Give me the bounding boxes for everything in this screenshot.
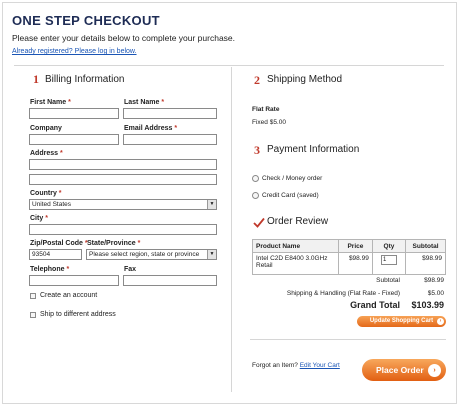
- checkmark-icon: [253, 216, 265, 228]
- grand-total-label: Grand Total: [350, 300, 400, 310]
- address-line1-input[interactable]: [29, 159, 217, 170]
- email-input[interactable]: [123, 134, 217, 145]
- email-label: Email Address *: [124, 125, 178, 132]
- arrow-right-icon: ›: [428, 364, 441, 377]
- review-divider: [250, 339, 446, 340]
- qty-input[interactable]: 1: [380, 255, 397, 265]
- header-divider: [14, 65, 444, 66]
- review-title: Order Review: [267, 216, 329, 227]
- address-line2-input[interactable]: [29, 174, 217, 185]
- create-account-checkbox[interactable]: [30, 293, 36, 299]
- subtotal-cell: $98.99: [405, 252, 446, 275]
- shipping-value: $5.00: [427, 290, 444, 297]
- payment-step-number: 3: [254, 143, 260, 157]
- shipping-step-number: 2: [254, 73, 260, 87]
- billing-step-number: 1: [33, 72, 39, 86]
- price-cell: $98.99: [337, 252, 373, 275]
- zip-input[interactable]: 93504: [29, 249, 82, 260]
- city-input[interactable]: [29, 224, 217, 235]
- payment-check-radio[interactable]: [252, 175, 259, 182]
- page-title: ONE STEP CHECKOUT: [12, 13, 160, 28]
- edit-cart-link[interactable]: Edit Your Cart: [300, 362, 340, 369]
- city-label: City *: [30, 215, 48, 222]
- billing-title: Billing Information: [45, 74, 125, 85]
- company-label: Company: [30, 125, 62, 132]
- fax-label: Fax: [124, 266, 137, 273]
- product-name-cell: Intel C2D E8400 3.0GHz Retail: [252, 252, 339, 275]
- state-label: State/Province *: [87, 240, 141, 247]
- place-order-button[interactable]: Place Order ›: [362, 359, 446, 381]
- shipping-title: Shipping Method: [267, 74, 343, 85]
- payment-card-radio[interactable]: [252, 192, 259, 199]
- payment-title: Payment Information: [267, 144, 360, 155]
- zip-label: Zip/Postal Code *: [30, 240, 88, 247]
- table-row: Intel C2D E8400 3.0GHz Retail $98.99 1 $…: [252, 252, 446, 275]
- country-select[interactable]: United States ▼: [29, 199, 217, 210]
- grand-total-value: $103.99: [411, 300, 444, 310]
- col-qty-header: Qty: [371, 239, 407, 253]
- telephone-input[interactable]: [29, 275, 119, 286]
- ship-different-checkbox[interactable]: [30, 312, 36, 318]
- order-review-table: Product Name Price Qty Subtotal Intel C2…: [252, 239, 446, 275]
- first-name-label: First Name *: [30, 99, 71, 106]
- country-label: Country *: [30, 190, 62, 197]
- company-input[interactable]: [29, 134, 119, 145]
- col-subtotal-header: Subtotal: [405, 239, 446, 253]
- chevron-down-icon: ▼: [207, 200, 216, 209]
- shipping-label: Shipping & Handling (Flat Rate - Fixed): [286, 290, 400, 297]
- payment-card-label: Credit Card (saved): [262, 192, 319, 199]
- column-divider: [231, 67, 232, 392]
- last-name-label: Last Name *: [124, 99, 165, 106]
- chevron-down-icon: ▼: [207, 250, 216, 259]
- ship-different-label: Ship to different address: [40, 311, 116, 318]
- subtotal-label: Subtotal: [376, 277, 400, 284]
- telephone-label: Telephone *: [30, 266, 70, 273]
- fax-input[interactable]: [123, 275, 217, 286]
- col-price-header: Price: [337, 239, 373, 253]
- col-product-header: Product Name: [252, 239, 339, 253]
- arrow-right-icon: ›: [437, 318, 444, 325]
- payment-check-label: Check / Money order: [262, 175, 323, 182]
- forgot-item-text: Forgot an Item? Edit Your Cart: [252, 362, 340, 369]
- shipping-method-price: Fixed $5.00: [252, 119, 286, 126]
- update-cart-button[interactable]: Update Shopping Cart ›: [357, 316, 446, 327]
- shipping-method-name: Flat Rate: [252, 106, 280, 113]
- create-account-label: Create an account: [40, 292, 98, 299]
- login-link[interactable]: Already registered? Please log in below.: [12, 48, 137, 55]
- first-name-input[interactable]: [29, 108, 119, 119]
- page-subtitle: Please enter your details below to compl…: [12, 33, 236, 43]
- subtotal-value: $98.99: [424, 277, 444, 284]
- address-label: Address *: [30, 150, 63, 157]
- last-name-input[interactable]: [123, 108, 217, 119]
- state-select[interactable]: Please select region, state or province ▼: [86, 249, 217, 260]
